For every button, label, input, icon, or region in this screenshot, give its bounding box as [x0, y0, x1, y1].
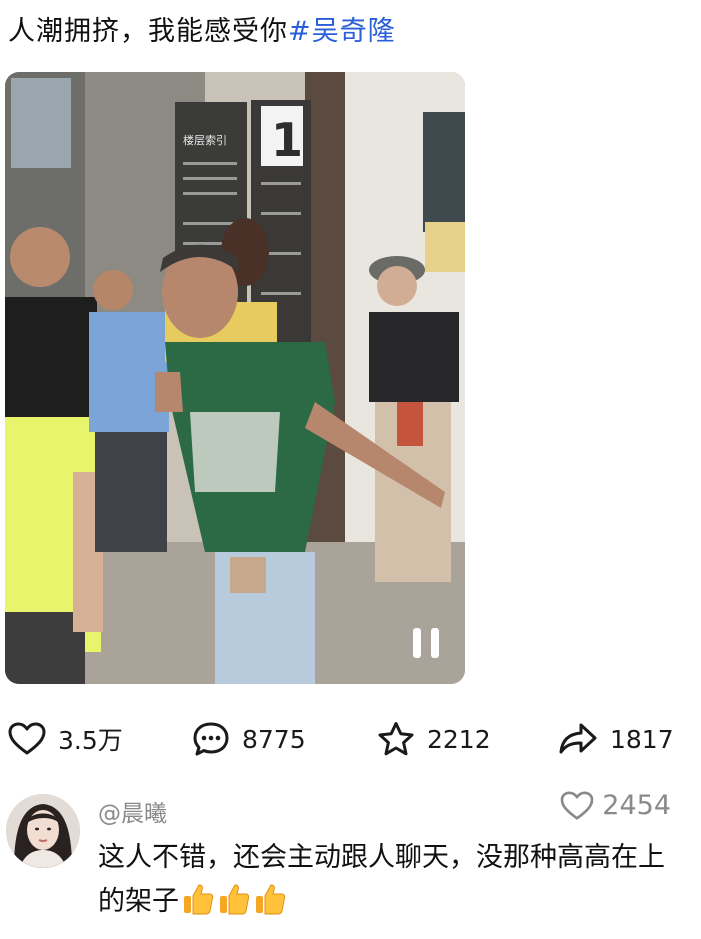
comment-body: 这人不错，还会主动跟人聊天，没那种高高在上的架子: [98, 836, 678, 924]
share-button[interactable]: 1817: [558, 714, 674, 764]
thumbs-up-emoji: [256, 884, 286, 915]
post-title: 人潮拥挤，我能感受你#吴奇隆: [8, 12, 396, 52]
thumbs-up-emoji: [220, 884, 250, 915]
favorite-count: 2212: [427, 724, 491, 754]
avatar[interactable]: [6, 794, 80, 868]
sign-header: 楼层索引: [183, 133, 227, 147]
thumbs-up-emoji: [184, 884, 214, 915]
star-icon: [378, 722, 414, 756]
pause-icon[interactable]: [411, 628, 441, 658]
hashtag-link[interactable]: #吴奇隆: [288, 16, 396, 47]
action-bar: 3.5万 8775 2212 1817: [0, 714, 701, 764]
sign-number: 1: [271, 113, 303, 167]
comment-bubble-icon: [193, 722, 229, 756]
video-player[interactable]: 楼层索引 1: [5, 72, 465, 684]
comment-username[interactable]: @晨曦: [98, 794, 167, 828]
favorite-button[interactable]: 2212: [377, 714, 491, 764]
comment-like-button[interactable]: 2454: [560, 790, 671, 821]
like-button[interactable]: 3.5万: [8, 714, 123, 764]
avatar-portrait: [6, 794, 80, 868]
post-screen: 人潮拥挤，我能感受你#吴奇隆 楼层索引 1 3.5万 8775 2212 181…: [0, 0, 701, 939]
post-text: 人潮拥挤，我能感受你: [8, 16, 288, 47]
comment-like-count: 2454: [602, 790, 671, 821]
heart-icon: [560, 790, 594, 820]
comment-item: @晨曦 2454 这人不错，还会主动跟人聊天，没那种高高在上的架子: [0, 786, 701, 936]
share-count: 1817: [610, 724, 674, 754]
share-arrow-icon: [559, 723, 597, 754]
heart-icon: [8, 722, 46, 755]
comment-button[interactable]: 8775: [192, 714, 306, 764]
video-frame: 楼层索引 1: [5, 72, 465, 684]
like-count: 3.5万: [58, 726, 123, 755]
comment-count: 8775: [242, 724, 306, 754]
